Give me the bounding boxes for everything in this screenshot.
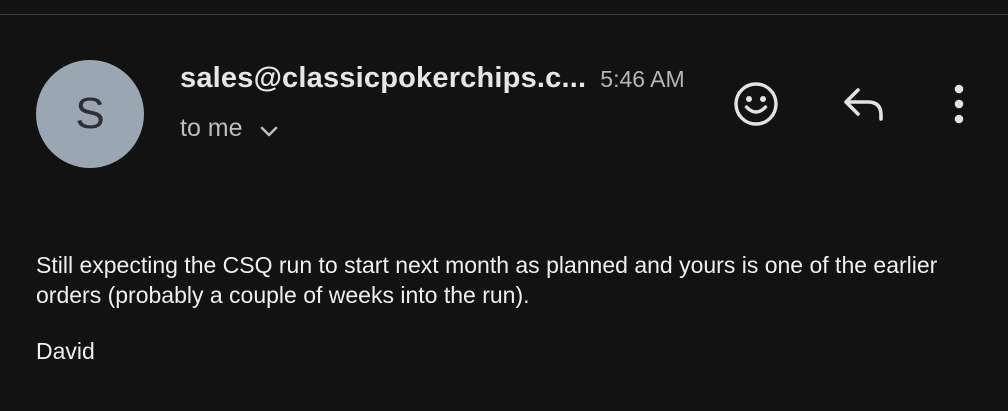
- message-time: 5:46 AM: [600, 66, 685, 92]
- sender-row: sales@classicpokerchips.c... 5:46 AM: [180, 62, 685, 102]
- more-options-button[interactable]: [931, 78, 987, 134]
- sender-address[interactable]: sales@classicpokerchips.c...: [180, 62, 586, 95]
- recipient-details-toggle[interactable]: to me: [180, 114, 279, 143]
- sender-avatar[interactable]: S: [36, 60, 144, 168]
- reply-icon: [841, 84, 887, 129]
- header-divider: [0, 14, 1008, 15]
- message-text: Still expecting the CSQ run to start nex…: [36, 252, 938, 308]
- recipient-label: to me: [180, 114, 243, 142]
- more-vert-icon: [952, 82, 966, 131]
- emoji-reaction-icon: [732, 80, 780, 133]
- message-signature: David: [36, 338, 95, 364]
- message-body: Still expecting the CSQ run to start nex…: [36, 250, 976, 366]
- reply-button[interactable]: [836, 78, 892, 134]
- chevron-down-icon[interactable]: [259, 125, 279, 139]
- add-reaction-button[interactable]: [728, 78, 784, 134]
- avatar-initial: S: [75, 89, 105, 138]
